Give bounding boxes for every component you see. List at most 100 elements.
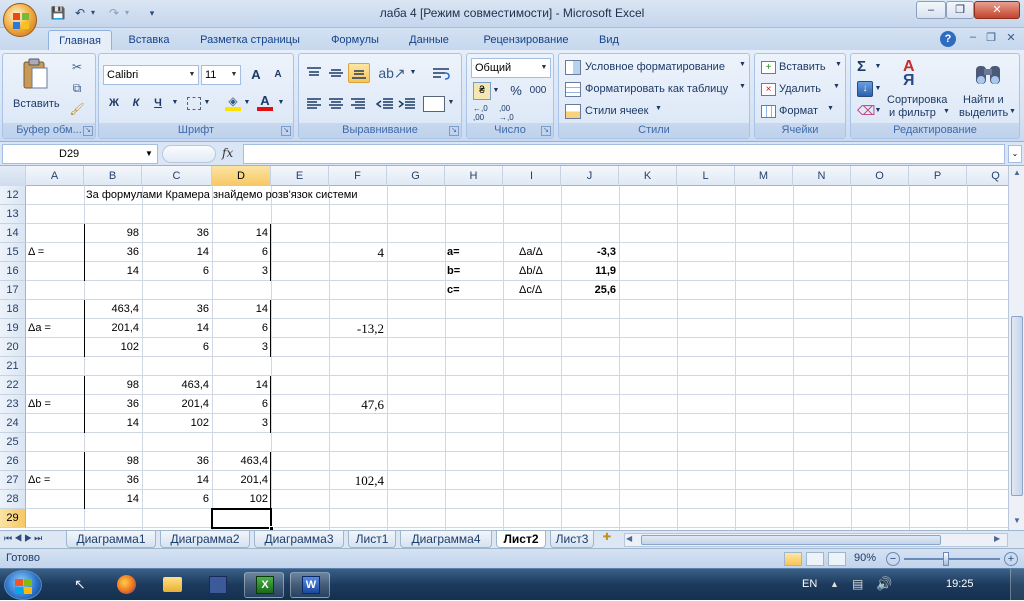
cell-d23[interactable]: 6 bbox=[212, 395, 271, 414]
cell-d18[interactable]: 14 bbox=[212, 300, 271, 319]
formula-bar-grip[interactable] bbox=[162, 145, 216, 163]
cell-c22[interactable]: 463,4 bbox=[142, 376, 212, 395]
taskbar-app-firefox[interactable] bbox=[106, 572, 146, 598]
bold-button[interactable]: Ж bbox=[103, 93, 125, 113]
horizontal-scroll-thumb[interactable] bbox=[641, 535, 941, 545]
network-icon[interactable]: ▤ bbox=[852, 577, 866, 591]
grow-font-button[interactable]: A bbox=[245, 65, 267, 85]
row-header-29[interactable]: 29 bbox=[0, 509, 26, 528]
column-header-o[interactable]: O bbox=[851, 166, 909, 186]
active-cell-d29[interactable] bbox=[211, 508, 274, 531]
cell-c28[interactable]: 6 bbox=[142, 490, 212, 509]
scroll-thumb[interactable] bbox=[1011, 316, 1023, 496]
row-header-12[interactable]: 12 bbox=[0, 186, 26, 205]
tab-home[interactable]: Главная bbox=[48, 30, 112, 50]
shrink-font-button[interactable]: A bbox=[267, 65, 289, 85]
cell-c18[interactable]: 36 bbox=[142, 300, 212, 319]
zoom-slider[interactable] bbox=[904, 558, 1000, 560]
cell-b14[interactable]: 98 bbox=[84, 224, 142, 243]
font-size-combo[interactable]: 11 ▼ bbox=[201, 65, 241, 85]
column-header-d[interactable]: D bbox=[212, 166, 271, 186]
sort-filter-button[interactable]: AЯ Сортировка и фильтр ▼ bbox=[885, 58, 957, 124]
decrease-decimal-button[interactable]: ,00 →,0 bbox=[499, 104, 521, 122]
cell-f15[interactable]: 4 bbox=[329, 243, 387, 262]
fill-icon[interactable]: ↓ bbox=[857, 81, 873, 97]
sheet-tab-diagram2[interactable]: Диаграмма2 bbox=[160, 531, 250, 548]
wrap-text-icon[interactable] bbox=[431, 66, 451, 82]
cell-b23[interactable]: 36 bbox=[84, 395, 142, 414]
row-header-21[interactable]: 21 bbox=[0, 357, 26, 376]
insert-cells-button[interactable]: + Вставить ▼ bbox=[759, 58, 845, 78]
name-box[interactable]: D29 ▼ bbox=[2, 144, 158, 164]
delete-cells-button[interactable]: × Удалить ▼ bbox=[759, 80, 845, 100]
row-header-28[interactable]: 28 bbox=[0, 490, 26, 509]
align-middle-icon[interactable] bbox=[327, 66, 345, 80]
cell-d22[interactable]: 14 bbox=[212, 376, 271, 395]
copy-icon[interactable]: ⧉ bbox=[69, 81, 85, 95]
sheet-tab-list3[interactable]: Лист3 bbox=[550, 531, 594, 548]
cell-b15[interactable]: 36 bbox=[84, 243, 142, 262]
autosum-dropdown-icon[interactable]: ▼ bbox=[873, 57, 883, 77]
cell-a23[interactable]: Δb = bbox=[28, 395, 51, 414]
cell-styles-button[interactable]: Стили ячеек ▼ bbox=[563, 102, 749, 122]
fill-dropdown-icon[interactable]: ▼ bbox=[873, 79, 883, 99]
row-header-18[interactable]: 18 bbox=[0, 300, 26, 319]
column-header-i[interactable]: I bbox=[503, 166, 561, 186]
restore-button[interactable]: ❐ bbox=[946, 1, 974, 19]
scroll-left-icon[interactable]: ◀ bbox=[626, 534, 638, 543]
row-header-20[interactable]: 20 bbox=[0, 338, 26, 357]
borders-icon[interactable] bbox=[187, 97, 201, 110]
clock[interactable]: 19:25 bbox=[946, 578, 974, 590]
clear-dropdown-icon[interactable]: ▼ bbox=[873, 101, 883, 121]
currency-icon[interactable]: ₴ bbox=[473, 82, 491, 100]
format-cells-button[interactable]: Формат ▼ bbox=[759, 102, 845, 122]
font-launcher-icon[interactable]: ↘ bbox=[281, 126, 291, 136]
paste-button[interactable]: Вставить bbox=[13, 58, 60, 114]
align-bottom-button[interactable] bbox=[348, 63, 370, 83]
row-header-16[interactable]: 16 bbox=[0, 262, 26, 281]
cell-d19[interactable]: 6 bbox=[212, 319, 271, 338]
row-header-15[interactable]: 15 bbox=[0, 243, 26, 262]
merge-center-icon[interactable] bbox=[423, 96, 445, 112]
number-format-combo[interactable]: Общий ▼ bbox=[471, 58, 551, 78]
fill-dropdown-icon[interactable]: ▼ bbox=[241, 93, 253, 113]
sheet-tab-diagram4[interactable]: Диаграмма4 bbox=[400, 531, 492, 548]
currency-dropdown-icon[interactable]: ▼ bbox=[491, 81, 501, 101]
redo-dropdown-icon[interactable]: ▾ bbox=[122, 5, 132, 21]
row-header-17[interactable]: 17 bbox=[0, 281, 26, 300]
cell-d14[interactable]: 14 bbox=[212, 224, 271, 243]
row-header-14[interactable]: 14 bbox=[0, 224, 26, 243]
select-all-corner[interactable] bbox=[0, 166, 26, 186]
column-header-a[interactable]: A bbox=[26, 166, 84, 186]
row-header-22[interactable]: 22 bbox=[0, 376, 26, 395]
row-header-23[interactable]: 23 bbox=[0, 395, 26, 414]
cell-b24[interactable]: 14 bbox=[84, 414, 142, 433]
undo-icon[interactable]: ↶ bbox=[72, 5, 88, 21]
cell-h15[interactable]: a= bbox=[447, 243, 460, 262]
cell-i15[interactable]: Δa/Δ bbox=[519, 243, 543, 262]
align-center-icon[interactable] bbox=[327, 97, 345, 111]
alignment-launcher-icon[interactable]: ↘ bbox=[449, 126, 459, 136]
taskbar-app-word[interactable]: W bbox=[290, 572, 330, 598]
merge-dropdown-icon[interactable]: ▼ bbox=[445, 93, 457, 113]
align-left-icon[interactable] bbox=[305, 97, 323, 111]
cell-c20[interactable]: 6 bbox=[142, 338, 212, 357]
tab-view[interactable]: Вид bbox=[592, 30, 626, 50]
column-header-l[interactable]: L bbox=[677, 166, 735, 186]
cell-h16[interactable]: b= bbox=[447, 262, 460, 281]
decrease-indent-icon[interactable] bbox=[375, 97, 393, 111]
zoom-slider-thumb[interactable] bbox=[943, 552, 949, 566]
cell-b27[interactable]: 36 bbox=[84, 471, 142, 490]
cell-c26[interactable]: 36 bbox=[142, 452, 212, 471]
cell-a15[interactable]: Δ = bbox=[28, 243, 44, 262]
autosum-icon[interactable]: Σ bbox=[857, 58, 873, 76]
find-select-button[interactable]: Найти и выделить ▼ bbox=[959, 58, 1019, 124]
cell-f23[interactable]: 47,6 bbox=[329, 395, 387, 414]
font-color-icon[interactable]: A bbox=[257, 94, 273, 111]
percent-button[interactable]: % bbox=[505, 81, 527, 101]
cell-d26[interactable]: 463,4 bbox=[212, 452, 271, 471]
fill-color-icon[interactable]: ◈ bbox=[225, 95, 241, 111]
conditional-formatting-button[interactable]: Условное форматирование ▼ bbox=[563, 58, 749, 78]
zoom-out-icon[interactable]: − bbox=[886, 552, 900, 566]
cell-d27[interactable]: 201,4 bbox=[212, 471, 271, 490]
